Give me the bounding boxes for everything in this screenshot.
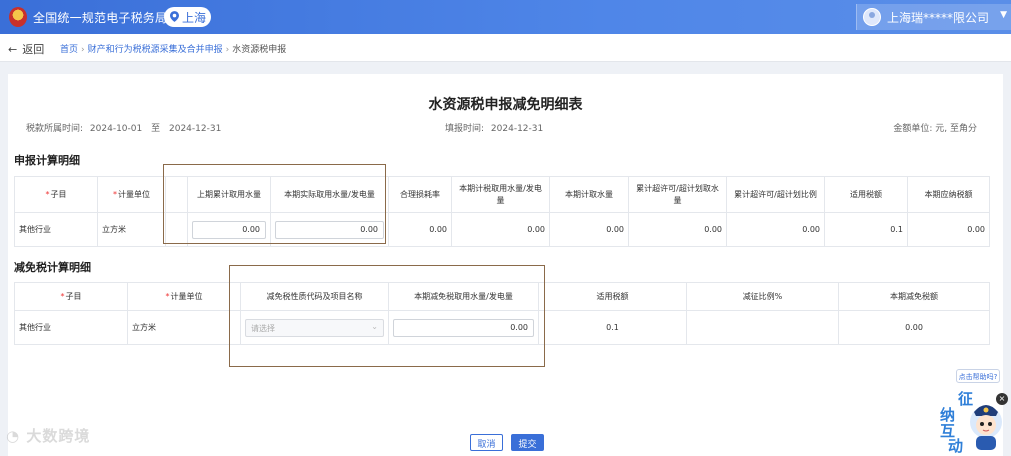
region-selector[interactable]: 上海 xyxy=(164,7,211,27)
cell-unit: 立方米 xyxy=(127,310,241,345)
calc-section-title: 申报计算明细 xyxy=(14,154,80,167)
company-switcher[interactable]: 上海瑞*****限公司 ▼ xyxy=(856,4,1011,30)
breadcrumb: 首页 › 财产和行为税税源采集及合并申报 › 水资源税申报 xyxy=(60,45,287,55)
tax-period-end: 2024-12-31 xyxy=(169,124,222,134)
company-name: 上海瑞*****限公司 xyxy=(887,11,990,25)
breadcrumb-item-current: 水资源税申报 xyxy=(232,45,287,55)
cell-excess-ratio: 0.00 xyxy=(726,212,825,247)
chevron-down-icon: ▼ xyxy=(1000,10,1007,20)
col-subitem: *子目 xyxy=(14,282,128,311)
cell-subitem: 其他行业 xyxy=(14,212,98,247)
col-loss-rate: 合理损耗率 xyxy=(388,176,452,213)
cancel-button[interactable]: 取消 xyxy=(470,434,503,451)
table-row: 其他行业 立方米 0.00 0.00 0.00 0.00 0.00 0.00 0… xyxy=(14,212,990,247)
close-icon[interactable]: × xyxy=(996,393,1008,405)
region-label: 上海 xyxy=(182,11,207,25)
col-current-volume: 本期计取水量 xyxy=(549,176,629,213)
col-subitem: *子目 xyxy=(14,176,98,213)
submit-button[interactable]: 提交 xyxy=(511,434,544,451)
avatar xyxy=(863,8,881,26)
col-taxable-volume: 本期计税取用水量/发电量 xyxy=(451,176,550,213)
relief-section-title: 减免税计算明细 xyxy=(14,261,91,274)
page-title: 水资源税申报减免明细表 xyxy=(428,97,583,113)
cell-relief-amount: 0.00 xyxy=(838,310,990,345)
highlight-box-calc xyxy=(163,164,386,244)
cell-tax-payable: 0.00 xyxy=(907,212,990,247)
tax-emblem-logo xyxy=(9,7,27,27)
cell-tax-rate: 0.1 xyxy=(824,212,908,247)
fill-date: 填报时间: 2024-12-31 xyxy=(445,121,543,134)
back-button[interactable]: ← 返回 xyxy=(8,41,44,57)
col-relief-amount: 本期减免税额 xyxy=(838,282,990,311)
highlight-box-relief xyxy=(229,265,545,367)
tax-period-to: 至 xyxy=(151,124,161,134)
back-label: 返回 xyxy=(22,43,45,56)
app-title: 全国统一规范电子税务局 xyxy=(33,11,168,25)
watermark-text: 大数跨境 xyxy=(26,427,91,445)
cell-loss-rate: 0.00 xyxy=(388,212,452,247)
weibo-icon: ◔ xyxy=(6,427,21,445)
col-cumulative-excess: 累计超许可/超计划取水量 xyxy=(628,176,727,213)
amount-unit: 金额单位: 元, 至角分 xyxy=(893,124,977,134)
col-reduction-ratio: 减征比例% xyxy=(686,282,839,311)
breadcrumb-item-home[interactable]: 首页 xyxy=(60,45,78,55)
report-card: 水资源税申报减免明细表 税款所属时间: 2024-10-01 至 2024-12… xyxy=(8,74,1003,456)
fill-date-label: 填报时间: xyxy=(445,124,485,134)
col-tax-rate: 适用税额 xyxy=(538,282,687,311)
cell-unit: 立方米 xyxy=(97,212,166,247)
col-excess-ratio: 累计超许可/超计划比例 xyxy=(726,176,825,213)
breadcrumb-bar: ← 返回 首页 › 财产和行为税税源采集及合并申报 › 水资源税申报 xyxy=(0,34,1011,62)
top-header: 全国统一规范电子税务局 上海 上海瑞*****限公司 ▼ xyxy=(0,0,1011,34)
tax-period-start: 2024-10-01 xyxy=(89,124,143,134)
cell-cumulative-excess: 0.00 xyxy=(628,212,727,247)
col-unit: *计量单位 xyxy=(127,282,241,311)
fill-date-value: 2024-12-31 xyxy=(490,124,544,134)
calc-header-row: *子目 *计量单位 上期累计取用水量 本期实际取用水量/发电量 合理损耗率 本期… xyxy=(14,176,990,213)
cell-taxable-volume: 0.00 xyxy=(451,212,550,247)
tax-period: 税款所属时间: 2024-10-01 至 2024-12-31 xyxy=(26,121,221,134)
help-tag[interactable]: 点击帮助吗? xyxy=(956,369,1000,383)
tax-period-label: 税款所属时间: xyxy=(26,124,84,134)
cell-subitem: 其他行业 xyxy=(14,310,128,345)
cell-tax-rate: 0.1 xyxy=(538,310,687,345)
cell-reduction-ratio xyxy=(686,310,839,345)
mascot-char-4: 动 xyxy=(948,437,964,455)
arrow-left-icon: ← xyxy=(8,43,18,56)
col-tax-rate: 适用税额 xyxy=(824,176,908,213)
cell-current-volume: 0.00 xyxy=(549,212,629,247)
col-tax-payable: 本期应纳税额 xyxy=(907,176,990,213)
col-unit: *计量单位 xyxy=(97,176,166,213)
location-pin-icon xyxy=(170,11,179,22)
mascot-char-1: 征 xyxy=(958,390,974,408)
breadcrumb-item-combined-filing[interactable]: 财产和行为税税源采集及合并申报 xyxy=(88,45,223,55)
calc-table: *子目 *计量单位 上期累计取用水量 本期实际取用水量/发电量 合理损耗率 本期… xyxy=(14,176,990,247)
watermark: ◔ 大数跨境 xyxy=(6,425,90,446)
